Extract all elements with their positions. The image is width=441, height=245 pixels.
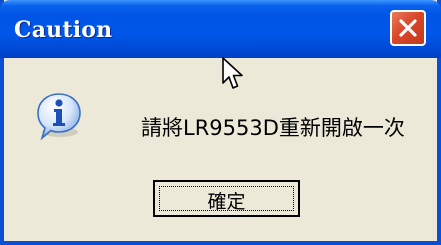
dialog-message: 請將LR9553D重新開啟一次 [141, 116, 405, 140]
close-icon [399, 19, 417, 37]
title-bar[interactable]: Caution [0, 0, 441, 58]
close-button[interactable] [390, 10, 426, 46]
ok-button-label: 確定 [207, 191, 246, 213]
caution-dialog: Caution 請將LR9553D重新開啟一次 確定 [0, 0, 441, 245]
mouse-pointer-icon [222, 57, 243, 89]
ok-button[interactable]: 確定 [153, 180, 300, 217]
dialog-title: Caution [14, 17, 113, 43]
information-icon [37, 93, 81, 141]
